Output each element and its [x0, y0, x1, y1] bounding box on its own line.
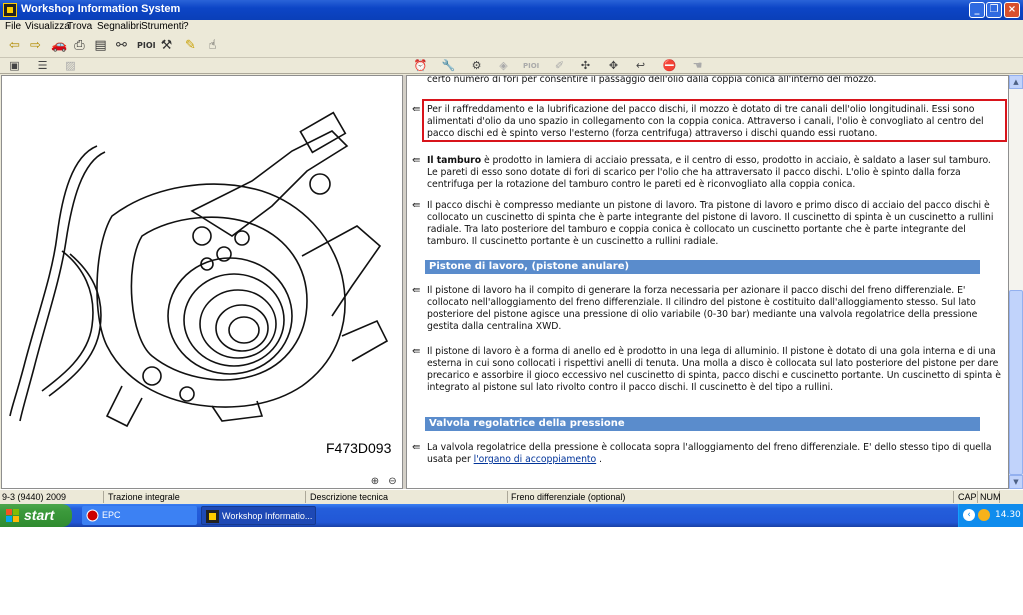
circuit-icon[interactable]: ✣	[578, 59, 593, 73]
zoom-out-icon[interactable]: ⊖	[386, 475, 400, 489]
minimize-button[interactable]: _	[969, 2, 985, 18]
back-arrow-icon[interactable]: ⇦	[6, 38, 23, 54]
status-model: 9-3 (9440) 2009	[0, 491, 104, 503]
print-icon[interactable]: ⎙	[71, 38, 88, 54]
paragraph-link-icon[interactable]: ⇚	[412, 286, 424, 296]
document-icon[interactable]: ▤	[92, 38, 109, 54]
gear-icon[interactable]: ⚙	[469, 59, 484, 73]
menu-segnalibri[interactable]: Segnalibri	[97, 21, 141, 32]
tools-icon[interactable]: ⚒	[158, 38, 175, 54]
vertical-scrollbar[interactable]: ▲ ▼	[1009, 75, 1023, 489]
epc-icon	[86, 509, 99, 522]
menu-help[interactable]: ?	[183, 21, 189, 32]
taskbar-workshop[interactable]: Workshop Informatio...	[201, 506, 316, 525]
section-header-valvola: Valvola regolatrice della pressione	[425, 417, 980, 431]
hand-icon[interactable]: ☚	[690, 59, 705, 73]
paragraph-cooling: Per il raffreddamento e la lubrificazion…	[427, 104, 984, 139]
menu-bar: File Visualizza Trova Segnalibri Strumen…	[0, 20, 1023, 34]
secondary-toolbar: ▣ ☰ ▨ ⏰ 🔧 ⚙ ◈ PIOI ✐ ✣ ✥ ↩ ⛔ ☚	[0, 58, 1023, 74]
paragraph-link-icon[interactable]: ⇚	[412, 443, 424, 453]
menu-trova[interactable]: Trova	[67, 21, 92, 32]
pioi-button[interactable]: PIOI	[137, 38, 156, 54]
paragraph-link-icon[interactable]: ⇚	[412, 201, 424, 211]
menu-strumenti[interactable]: Strumenti	[141, 21, 184, 32]
paragraph-tamburo: Il tamburo è prodotto in lamiera di acci…	[427, 155, 1002, 191]
return-icon[interactable]: ↩	[633, 59, 648, 73]
windows-logo-icon	[6, 509, 19, 522]
list-view-icon[interactable]: ☰	[35, 59, 50, 73]
move-arrows-icon[interactable]: ✥	[606, 59, 621, 73]
app-icon[interactable]	[3, 3, 17, 17]
paragraph-link-icon[interactable]: ⇚	[412, 156, 424, 166]
valvola-text-end: .	[596, 454, 602, 465]
tamburo-text: è prodotto in lamiera di acciaio pressat…	[427, 155, 991, 190]
main-toolbar: ⇦ ⇨ 🚗 ⎙ ▤ ⚯ PIOI ⚒ ✎ ☝	[0, 34, 1023, 58]
document-pane: certo numero di fori per consentire il p…	[406, 75, 1009, 489]
binoculars-icon[interactable]: ⚯	[113, 38, 130, 54]
paragraph-pacco-dischi: Il pacco dischi è compresso mediante un …	[427, 200, 994, 247]
zoom-in-icon[interactable]: ⊕	[368, 475, 382, 489]
paragraph-mozzo: certo numero di fori per consentire il p…	[427, 75, 877, 85]
tray-arrow-icon[interactable]: ‹	[963, 509, 975, 521]
maximize-button[interactable]: ❐	[986, 2, 1002, 18]
paragraph-valvola: La valvola regolatrice della pressione è…	[427, 442, 1002, 466]
tray-clock: 14.30	[995, 510, 1021, 520]
application-window: Workshop Information System _ ❐ × File V…	[0, 0, 1023, 527]
start-label: start	[24, 507, 55, 523]
organo-accoppiamento-link[interactable]: l'organo di accoppiamento	[474, 454, 597, 465]
car-icon[interactable]: 🚗	[51, 38, 68, 54]
scroll-down-arrow-icon[interactable]: ▼	[1009, 475, 1023, 489]
status-cap: CAP	[958, 491, 978, 503]
workshop-app-icon	[206, 510, 219, 523]
status-drive: Trazione integrale	[106, 491, 306, 503]
close-button[interactable]: ×	[1004, 2, 1020, 18]
tamburo-term: Il tamburo	[427, 155, 482, 166]
forward-arrow-icon[interactable]: ⇨	[27, 38, 44, 54]
scroll-up-arrow-icon[interactable]: ▲	[1009, 75, 1023, 89]
taskbar: start EPC Workshop Informatio... ‹ 14.30	[0, 504, 1023, 527]
figure-label: F473D093	[326, 440, 392, 456]
title-bar[interactable]: Workshop Information System _ ❐ ×	[0, 0, 1023, 20]
scroll-thumb[interactable]	[1009, 290, 1023, 475]
wrench-icon[interactable]: 🔧	[441, 59, 456, 73]
status-doc-type: Descrizione tecnica	[308, 491, 508, 503]
taskbar-epc-label: EPC	[102, 510, 121, 520]
pioi-small-button[interactable]: PIOI	[523, 59, 539, 73]
taskbar-epc[interactable]: EPC	[82, 506, 197, 525]
image-view-icon[interactable]: ▨	[63, 59, 78, 73]
pen-icon[interactable]: ✐	[552, 59, 567, 73]
status-num: NUM	[980, 491, 1001, 503]
status-component: Freno differenziale (optional)	[509, 491, 954, 503]
system-tray: ‹ 14.30	[958, 504, 1023, 527]
status-bar: 9-3 (9440) 2009 Trazione integrale Descr…	[0, 489, 1023, 503]
alarm-clock-icon[interactable]: ⏰	[413, 59, 428, 73]
tray-status-icon[interactable]	[978, 509, 990, 521]
paragraph-link-icon[interactable]: ⇚	[412, 105, 424, 115]
ruler-icon[interactable]: ✎	[182, 38, 199, 54]
illustration-pane: F473D093 ⊕ ⊖	[1, 75, 403, 489]
menu-file[interactable]: File	[5, 21, 21, 32]
paragraph-pistone-forma: Il pistone di lavoro è a forma di anello…	[427, 346, 1001, 393]
start-button[interactable]: start	[0, 504, 72, 527]
menu-visualizza[interactable]: Visualizza	[25, 21, 70, 32]
component-icon[interactable]: ◈	[496, 59, 511, 73]
paragraph-pistone-compito: Il pistone di lavoro ha il compito di ge…	[427, 285, 978, 332]
stop-sign-icon[interactable]: ⛔	[662, 59, 677, 73]
differential-brake-drawing	[9, 111, 389, 428]
window-title: Workshop Information System	[21, 3, 181, 15]
taskbar-workshop-label: Workshop Informatio...	[222, 511, 313, 521]
paragraph-link-icon[interactable]: ⇚	[412, 347, 424, 357]
pointer-hand-icon[interactable]: ☝	[204, 38, 221, 54]
section-header-pistone: Pistone di lavoro, (pistone anulare)	[425, 260, 980, 274]
tree-view-icon[interactable]: ▣	[7, 59, 22, 73]
